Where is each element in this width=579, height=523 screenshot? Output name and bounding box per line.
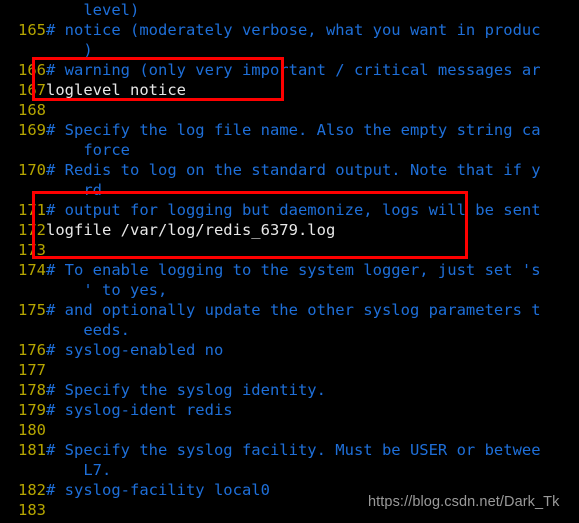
code-comment-text: ' to yes, xyxy=(46,281,168,299)
code-comment-text: # warning (only very important / critica… xyxy=(46,61,541,79)
code-comment-text: # and optionally update the other syslog… xyxy=(46,301,541,319)
line-number: 180 xyxy=(18,421,46,439)
code-comment-text: force xyxy=(46,141,130,159)
code-line[interactable]: 175# and optionally update the other sys… xyxy=(0,300,579,320)
code-comment-text: # Redis to log on the standard output. N… xyxy=(46,161,541,179)
code-directive-text: logfile /var/log/redis_6379.log xyxy=(46,221,336,239)
code-editor-pane[interactable]: level) 165# notice (moderately verbose, w… xyxy=(0,0,579,523)
code-comment-text: # syslog-enabled no xyxy=(46,341,224,359)
code-line[interactable]: 168 xyxy=(0,100,579,120)
line-number: 176 xyxy=(18,341,46,359)
line-number: 173 xyxy=(18,241,46,259)
code-comment-text: # syslog-facility local0 xyxy=(46,481,270,499)
code-line[interactable]: 165# notice (moderately verbose, what yo… xyxy=(0,20,579,40)
code-comment-text: # Specify the log file name. Also the em… xyxy=(46,121,541,139)
line-number: 165 xyxy=(18,21,46,39)
code-comment-text: # notice (moderately verbose, what you w… xyxy=(46,21,541,39)
code-line[interactable]: 170# Redis to log on the standard output… xyxy=(0,160,579,180)
line-number: 177 xyxy=(18,361,46,379)
code-line[interactable]: ) xyxy=(0,40,579,60)
code-line[interactable]: 178# Specify the syslog identity. xyxy=(0,380,579,400)
code-comment-text: # output for logging but daemonize, logs… xyxy=(46,201,541,219)
line-number: 174 xyxy=(18,261,46,279)
line-number: 169 xyxy=(18,121,46,139)
code-line[interactable]: ' to yes, xyxy=(0,280,579,300)
code-comment-text: ) xyxy=(46,41,93,59)
code-comment-text: # syslog-ident redis xyxy=(46,401,233,419)
code-line[interactable]: 173 xyxy=(0,240,579,260)
line-number: 179 xyxy=(18,401,46,419)
line-number: 181 xyxy=(18,441,46,459)
line-number: 178 xyxy=(18,381,46,399)
code-comment-text: level) xyxy=(46,1,140,19)
line-number: 166 xyxy=(18,61,46,79)
code-line[interactable]: 179# syslog-ident redis xyxy=(0,400,579,420)
code-line[interactable]: 171# output for logging but daemonize, l… xyxy=(0,200,579,220)
line-number: 171 xyxy=(18,201,46,219)
code-line[interactable]: rd xyxy=(0,180,579,200)
code-comment-text: L7. xyxy=(46,461,112,479)
line-number: 168 xyxy=(18,101,46,119)
code-line[interactable]: level) xyxy=(0,0,579,20)
line-number: 175 xyxy=(18,301,46,319)
line-number: 170 xyxy=(18,161,46,179)
code-line[interactable]: 180 xyxy=(0,420,579,440)
code-line[interactable]: 177 xyxy=(0,360,579,380)
code-line[interactable]: 181# Specify the syslog facility. Must b… xyxy=(0,440,579,460)
code-comment-text: # To enable logging to the system logger… xyxy=(46,261,541,279)
code-line[interactable]: 174# To enable logging to the system log… xyxy=(0,260,579,280)
code-line[interactable]: 169# Specify the log file name. Also the… xyxy=(0,120,579,140)
watermark-url: https://blog.csdn.net/Dark_Tk xyxy=(368,494,560,510)
code-line[interactable]: 176# syslog-enabled no xyxy=(0,340,579,360)
code-comment-text: rd xyxy=(46,181,102,199)
code-line[interactable]: 166# warning (only very important / crit… xyxy=(0,60,579,80)
code-comment-text: # Specify the syslog identity. xyxy=(46,381,326,399)
line-number: 172 xyxy=(18,221,46,239)
code-line[interactable]: eeds. xyxy=(0,320,579,340)
code-line[interactable]: force xyxy=(0,140,579,160)
code-directive-text: loglevel notice xyxy=(46,81,186,99)
code-line[interactable]: L7. xyxy=(0,460,579,480)
line-number: 183 xyxy=(18,501,46,519)
code-line[interactable]: 167loglevel notice xyxy=(0,80,579,100)
line-number: 182 xyxy=(18,481,46,499)
code-comment-text: eeds. xyxy=(46,321,130,339)
code-comment-text: # Specify the syslog facility. Must be U… xyxy=(46,441,541,459)
code-line[interactable]: 172logfile /var/log/redis_6379.log xyxy=(0,220,579,240)
line-number: 167 xyxy=(18,81,46,99)
